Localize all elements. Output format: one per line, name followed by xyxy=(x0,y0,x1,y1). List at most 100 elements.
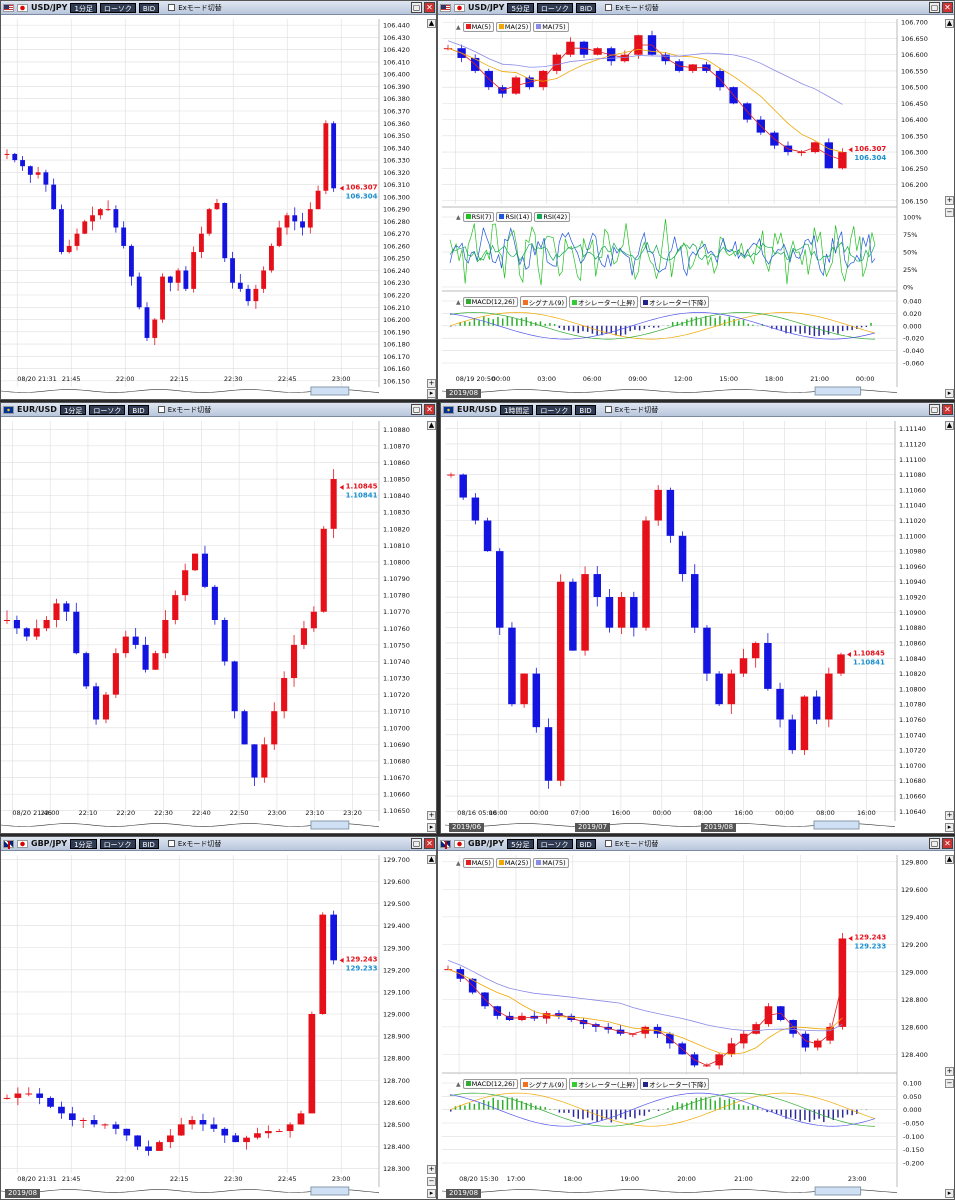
legend-item[interactable]: MA(25) xyxy=(495,22,532,32)
chart-canvas[interactable]: 106.440 106.430 106.420 106.410 106.400 106.3… xyxy=(1,1,437,400)
macd-histogram-bar xyxy=(719,315,721,326)
collapse-icon[interactable]: ▲ xyxy=(456,860,461,867)
candle-body xyxy=(331,123,337,189)
zoom-out-button[interactable]: − xyxy=(945,1079,954,1088)
scroll-right-button[interactable]: ▸ xyxy=(427,823,436,832)
y-tick-label: 106.550 xyxy=(901,67,928,75)
macd-histogram-bar xyxy=(667,1108,669,1110)
legend-item[interactable]: オシレーター(上昇) xyxy=(569,296,639,308)
legend-item[interactable]: RSI(14) xyxy=(496,212,533,222)
legend-item[interactable]: オシレーター(下降) xyxy=(640,1078,710,1090)
zoom-out-button[interactable]: − xyxy=(427,1177,436,1186)
scroll-up-button[interactable]: ▲ xyxy=(945,19,954,28)
macd-histogram-bar xyxy=(464,1105,466,1110)
chart-canvas[interactable]: 1.11140 1.11120 1.11100 1.11080 1.11060 1.110… xyxy=(441,403,955,834)
macd-histogram-bar xyxy=(582,1109,584,1120)
chart-window-w5[interactable]: GBP/JPY 1分足 ローソク BID Exモード切替 ▢ ✕ 129.700 129.600… xyxy=(0,836,437,1200)
x-tick-label: 16:00 xyxy=(612,809,631,817)
ma-legend[interactable]: ▲ MA(5) MA(25) MA(75) xyxy=(456,858,569,868)
candle-body xyxy=(3,1097,11,1099)
chart-window-w3[interactable]: EUR/USD 1分足 ローソク BID Exモード切替 ▢ ✕ 1.10880 1.10870… xyxy=(0,402,437,834)
scroll-right-button[interactable]: ▸ xyxy=(427,389,436,398)
scroll-up-button[interactable]: ▲ xyxy=(427,421,436,430)
legend-item[interactable]: シグナル(9) xyxy=(519,296,568,308)
legend-item[interactable]: RSI(7) xyxy=(462,212,495,222)
chart-window-w6[interactable]: GBP/JPY 5分足 ローソク BID Exモード切替 ▢ ✕ 129.800 129.600… xyxy=(437,836,955,1200)
trading-workspace: USD/JPY 1分足 ローソク BID Exモード切替 ▢ ✕ 106.440 106.430… xyxy=(0,0,955,1200)
ma-legend[interactable]: ▲ MA(5) MA(25) MA(75) xyxy=(456,22,569,32)
macd-legend[interactable]: ▲ MACD(12,26) シグナル(9) オシレーター(上昇) オシレーター(下降) xyxy=(456,1078,710,1090)
candle-body xyxy=(281,678,288,712)
chart-canvas[interactable]: 1.10880 1.10870 1.10860 1.10850 1.10840 1.108… xyxy=(1,403,437,834)
zoom-out-button[interactable]: − xyxy=(945,208,954,217)
zoom-in-button[interactable]: + xyxy=(945,811,954,820)
macd-histogram-bar xyxy=(492,319,494,326)
zoom-in-button[interactable]: + xyxy=(427,379,436,388)
y-tick-label: 128.600 xyxy=(901,1023,928,1031)
candle-body xyxy=(172,595,179,620)
macd-histogram-bar xyxy=(591,1109,594,1121)
y-tick-label: 106.350 xyxy=(901,132,928,140)
chart-canvas[interactable]: 129.700 129.600 129.500 129.400 129.300 129.2… xyxy=(1,837,437,1200)
macd-histogram-bar xyxy=(690,1101,693,1110)
chart-canvas[interactable]: 129.800 129.600 129.400 129.200 129.000 128.8… xyxy=(438,837,955,1200)
collapse-icon[interactable]: ▲ xyxy=(456,24,461,31)
y-tick-label: 1.10780 xyxy=(383,592,410,600)
bid-price-label: 129.243 xyxy=(854,933,886,941)
y-tick-label: 106.430 xyxy=(383,34,410,42)
candle-body xyxy=(251,744,258,778)
x-tick-label: 00:00 xyxy=(530,809,549,817)
y-tick-label: 106.600 xyxy=(901,51,928,59)
macd-histogram-bar xyxy=(799,1109,801,1121)
chart-window-w1[interactable]: USD/JPY 1分足 ローソク BID Exモード切替 ▢ ✕ 106.440 106.430… xyxy=(0,0,437,400)
chart-window-w4[interactable]: EUR/USD 1時間足 ローソク BID Exモード切替 ▢ ✕ 1.11140 1.1112… xyxy=(440,402,955,834)
rsi-y-label: 0% xyxy=(903,284,913,292)
chart-window-w2[interactable]: USD/JPY 5分足 ローソク BID Exモード切替 ▢ ✕ 106.700 106.650… xyxy=(437,0,955,400)
legend-item[interactable]: MA(5) xyxy=(462,22,494,32)
collapse-icon[interactable]: ▲ xyxy=(456,1081,461,1088)
scroll-up-button[interactable]: ▲ xyxy=(945,855,954,864)
legend-item[interactable]: MA(75) xyxy=(533,858,569,868)
collapse-icon[interactable]: ▲ xyxy=(456,214,461,221)
collapse-icon[interactable]: ▲ xyxy=(456,299,461,306)
legend-item[interactable]: オシレーター(下降) xyxy=(640,296,710,308)
candle-body xyxy=(751,642,760,659)
candle-body xyxy=(4,153,10,155)
legend-item[interactable]: MACD(12,26) xyxy=(462,1079,518,1089)
legend-item[interactable]: MA(75) xyxy=(533,22,569,32)
bid-marker xyxy=(339,484,344,490)
scroll-up-button[interactable]: ▲ xyxy=(945,421,954,430)
candle-body xyxy=(79,1120,87,1121)
y-tick-label: 1.10860 xyxy=(899,639,926,647)
legend-item[interactable]: シグナル(9) xyxy=(519,1078,568,1090)
candle-body xyxy=(276,227,282,246)
scroll-right-button[interactable]: ▸ xyxy=(427,1189,436,1198)
scroll-right-button[interactable]: ▸ xyxy=(945,823,954,832)
y-tick-label: 106.310 xyxy=(383,181,410,189)
zoom-in-button[interactable]: + xyxy=(427,811,436,820)
zoom-in-button[interactable]: + xyxy=(945,1067,954,1076)
scroll-up-button[interactable]: ▲ xyxy=(427,855,436,864)
y-tick-label: 106.300 xyxy=(901,149,928,157)
bid-marker xyxy=(848,935,853,941)
x-tick-label: 23:00 xyxy=(332,1175,351,1183)
candle-body xyxy=(237,282,243,289)
macd-histogram-bar xyxy=(813,1109,816,1120)
legend-item[interactable]: MA(5) xyxy=(462,858,494,868)
legend-item[interactable]: MACD(12,26) xyxy=(462,297,518,307)
scroll-right-button[interactable]: ▸ xyxy=(945,1189,954,1198)
chart-canvas[interactable]: 106.700 106.650 106.600 106.550 106.500 106.4… xyxy=(438,1,955,400)
y-tick-label: 129.600 xyxy=(901,886,928,894)
scroll-right-button[interactable]: ▸ xyxy=(945,389,954,398)
macd-histogram-bar xyxy=(544,323,546,326)
macd-legend[interactable]: ▲ MACD(12,26) シグナル(9) オシレーター(上昇) オシレーター(下降) xyxy=(456,296,710,308)
scroll-up-button[interactable]: ▲ xyxy=(427,19,436,28)
zoom-in-button[interactable]: + xyxy=(945,196,954,205)
x-tick-label: 22:00 xyxy=(41,809,60,817)
zoom-in-button[interactable]: + xyxy=(427,1165,436,1174)
rsi-legend[interactable]: ▲ RSI(7) RSI(14) RSI(42) xyxy=(456,212,571,222)
legend-item[interactable]: MA(25) xyxy=(495,858,532,868)
legend-item[interactable]: RSI(42) xyxy=(534,212,571,222)
legend-item[interactable]: オシレーター(上昇) xyxy=(569,1078,639,1090)
macd-histogram-bar xyxy=(610,1109,613,1123)
